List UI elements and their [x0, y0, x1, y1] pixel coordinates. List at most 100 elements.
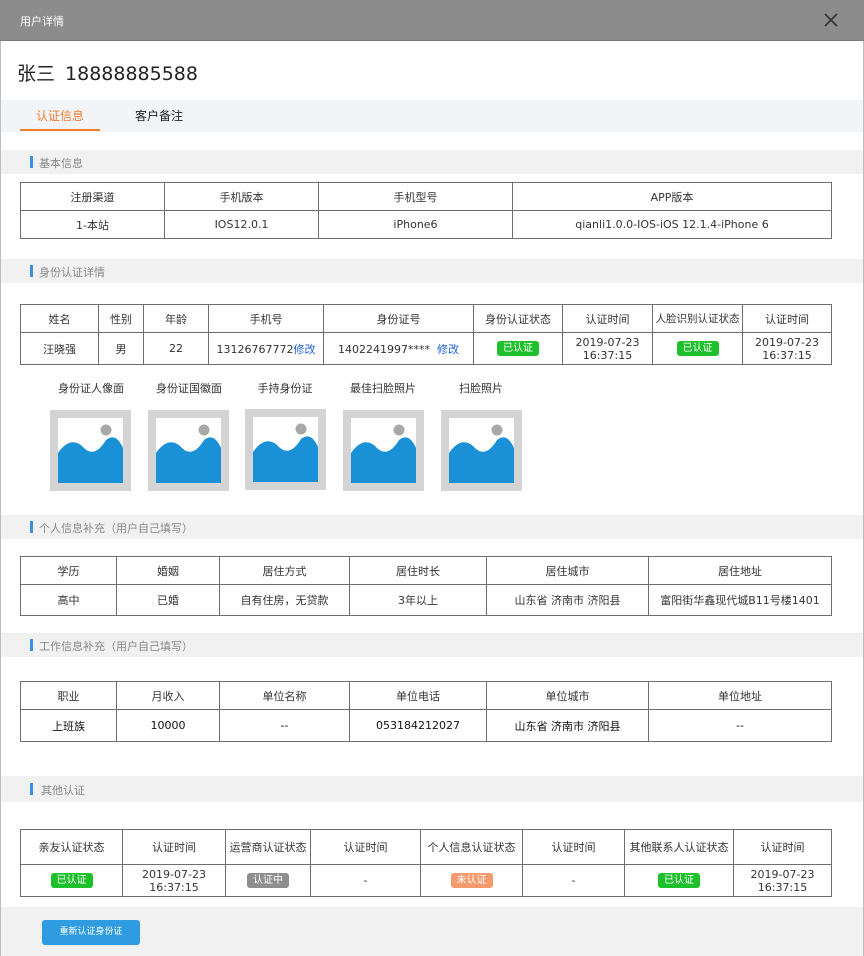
table-header: 性别	[98, 304, 144, 333]
section-marker	[30, 521, 33, 533]
table-cell: 富阳街华鑫现代城B11号楼1401	[648, 584, 832, 616]
section-personal: 个人信息补充（用户自己填写）	[1, 515, 863, 539]
section-marker	[30, 783, 33, 795]
basic-info-table: 注册渠道 手机版本 手机型号 APP版本 1-本站 IOS12.0.1 iPho…	[20, 182, 832, 239]
table-header: 职业	[20, 681, 117, 710]
table-cell: 山东省 济南市 济阳县	[486, 709, 649, 742]
identity-age: 22	[143, 332, 209, 365]
image-placeholder-icon	[58, 418, 123, 483]
photo-label: 身份证人像面	[58, 382, 124, 395]
table-header: 认证时间	[522, 829, 625, 865]
table-cell: 自有住房，无贷款	[219, 584, 350, 616]
table-header: 居住城市	[486, 556, 649, 585]
table-cell: 053184212027	[349, 709, 487, 742]
friend-status-cell: 已认证	[20, 864, 123, 897]
section-work: 工作信息补充（用户自己填写）	[1, 633, 863, 657]
section-basic: 基本信息	[1, 150, 863, 174]
section-basic-title: 基本信息	[39, 157, 83, 170]
edit-id-link[interactable]: 修改	[437, 343, 459, 356]
table-header: 认证时间	[122, 829, 226, 865]
identity-phone: 13126767772	[216, 342, 294, 356]
tab-bar: 认证信息 客户备注	[1, 100, 863, 132]
table-cell: 10000	[116, 709, 220, 742]
table-cell: --	[648, 709, 832, 742]
carrier-time: -	[310, 864, 421, 897]
table-cell: IOS12.0.1	[164, 210, 319, 239]
friend-time: 2019-07-23 16:37:15	[122, 864, 226, 897]
id-back-photo[interactable]	[148, 410, 229, 491]
table-header: 认证时间	[733, 829, 832, 865]
status-badge: 认证中	[247, 873, 289, 888]
identity-time: 2019-07-23 16:37:15	[562, 332, 653, 365]
section-marker	[30, 156, 33, 168]
identity-name: 汪晓强	[20, 332, 99, 365]
identity-phone-cell: 13126767772修改	[208, 332, 324, 365]
table-header: 手机版本	[164, 182, 319, 211]
photo-label: 扫脸照片	[459, 382, 503, 395]
dialog-body	[0, 41, 864, 956]
section-identity: 身份认证详情	[1, 259, 863, 283]
table-header: 单位地址	[648, 681, 832, 710]
table-header: 运营商认证状态	[225, 829, 311, 865]
table-header: 姓名	[20, 304, 99, 333]
table-cell: 3年以上	[349, 584, 487, 616]
table-header: 认证时间	[310, 829, 421, 865]
best-face-photo[interactable]	[343, 410, 424, 491]
image-placeholder-icon	[253, 417, 318, 482]
dialog-title: 用户详情	[20, 15, 64, 28]
table-header: 单位电话	[349, 681, 487, 710]
table-header: 居住方式	[219, 556, 350, 585]
tab-auth-info[interactable]: 认证信息	[20, 100, 100, 132]
status-badge: 未认证	[450, 873, 493, 888]
table-header: 个人信息认证状态	[420, 829, 523, 865]
dialog-titlebar: 用户详情	[0, 0, 864, 41]
section-marker	[30, 265, 33, 277]
status-badge: 已认证	[676, 341, 719, 356]
image-placeholder-icon	[351, 418, 416, 483]
photo-label: 身份证国徽面	[156, 382, 222, 395]
other-auth-table: 亲友认证状态 认证时间 运营商认证状态 认证时间 个人信息认证状态 认证时间 其…	[20, 829, 832, 897]
personal-status-cell: 未认证	[420, 864, 523, 897]
face-scan-photo[interactable]	[441, 410, 522, 491]
reauth-id-button[interactable]: 重新认证身份证	[42, 920, 140, 945]
edit-phone-link[interactable]: 修改	[293, 343, 315, 356]
table-cell: 已婚	[116, 584, 220, 616]
table-header: 手机型号	[318, 182, 513, 211]
section-marker	[30, 639, 33, 651]
identity-gender: 男	[98, 332, 144, 365]
table-header: 亲友认证状态	[20, 829, 123, 865]
work-info-table: 职业 月收入 单位名称 单位电话 单位城市 单位地址 上班族 10000 -- …	[20, 681, 832, 742]
face-time: 2019-07-23 16:37:15	[742, 332, 832, 365]
status-badge: 已认证	[497, 341, 539, 356]
personal-info-table: 学历 婚姻 居住方式 居住时长 居住城市 居住地址 高中 已婚 自有住房，无贷款…	[20, 556, 832, 616]
table-header: 认证时间	[742, 304, 832, 333]
table-header: 月收入	[116, 681, 220, 710]
contact-time: 2019-07-23 16:37:15	[733, 864, 832, 897]
carrier-status-cell: 认证中	[225, 864, 311, 897]
identity-id-number: 1402241997****	[338, 342, 430, 356]
table-header: APP版本	[512, 182, 832, 211]
user-header: 张三 18888885588	[17, 59, 208, 86]
face-status-cell: 已认证	[652, 332, 743, 365]
section-identity-title: 身份认证详情	[39, 266, 105, 279]
id-front-photo[interactable]	[50, 410, 131, 491]
contact-status-cell: 已认证	[624, 864, 734, 897]
handheld-id-photo[interactable]	[245, 409, 326, 490]
photo-label: 最佳扫脸照片	[350, 382, 416, 395]
photo-label: 手持身份证	[257, 382, 313, 395]
table-cell: 上班族	[20, 709, 117, 742]
tab-customer-notes[interactable]: 客户备注	[119, 100, 199, 132]
status-badge: 已认证	[658, 873, 700, 888]
table-header: 人脸识别认证状态	[652, 304, 743, 333]
table-header: 居住时长	[349, 556, 487, 585]
table-header: 注册渠道	[20, 182, 165, 211]
status-badge: 已认证	[50, 873, 93, 888]
section-other-title: 其他认证	[41, 784, 85, 797]
user-phone: 18888885588	[65, 63, 198, 85]
user-name: 张三	[17, 63, 56, 85]
table-header: 身份认证状态	[473, 304, 563, 333]
close-icon[interactable]	[820, 9, 842, 31]
table-header: 身份证号	[323, 304, 474, 333]
table-cell: iPhone6	[318, 210, 513, 239]
section-other: 其他认证	[1, 776, 863, 802]
